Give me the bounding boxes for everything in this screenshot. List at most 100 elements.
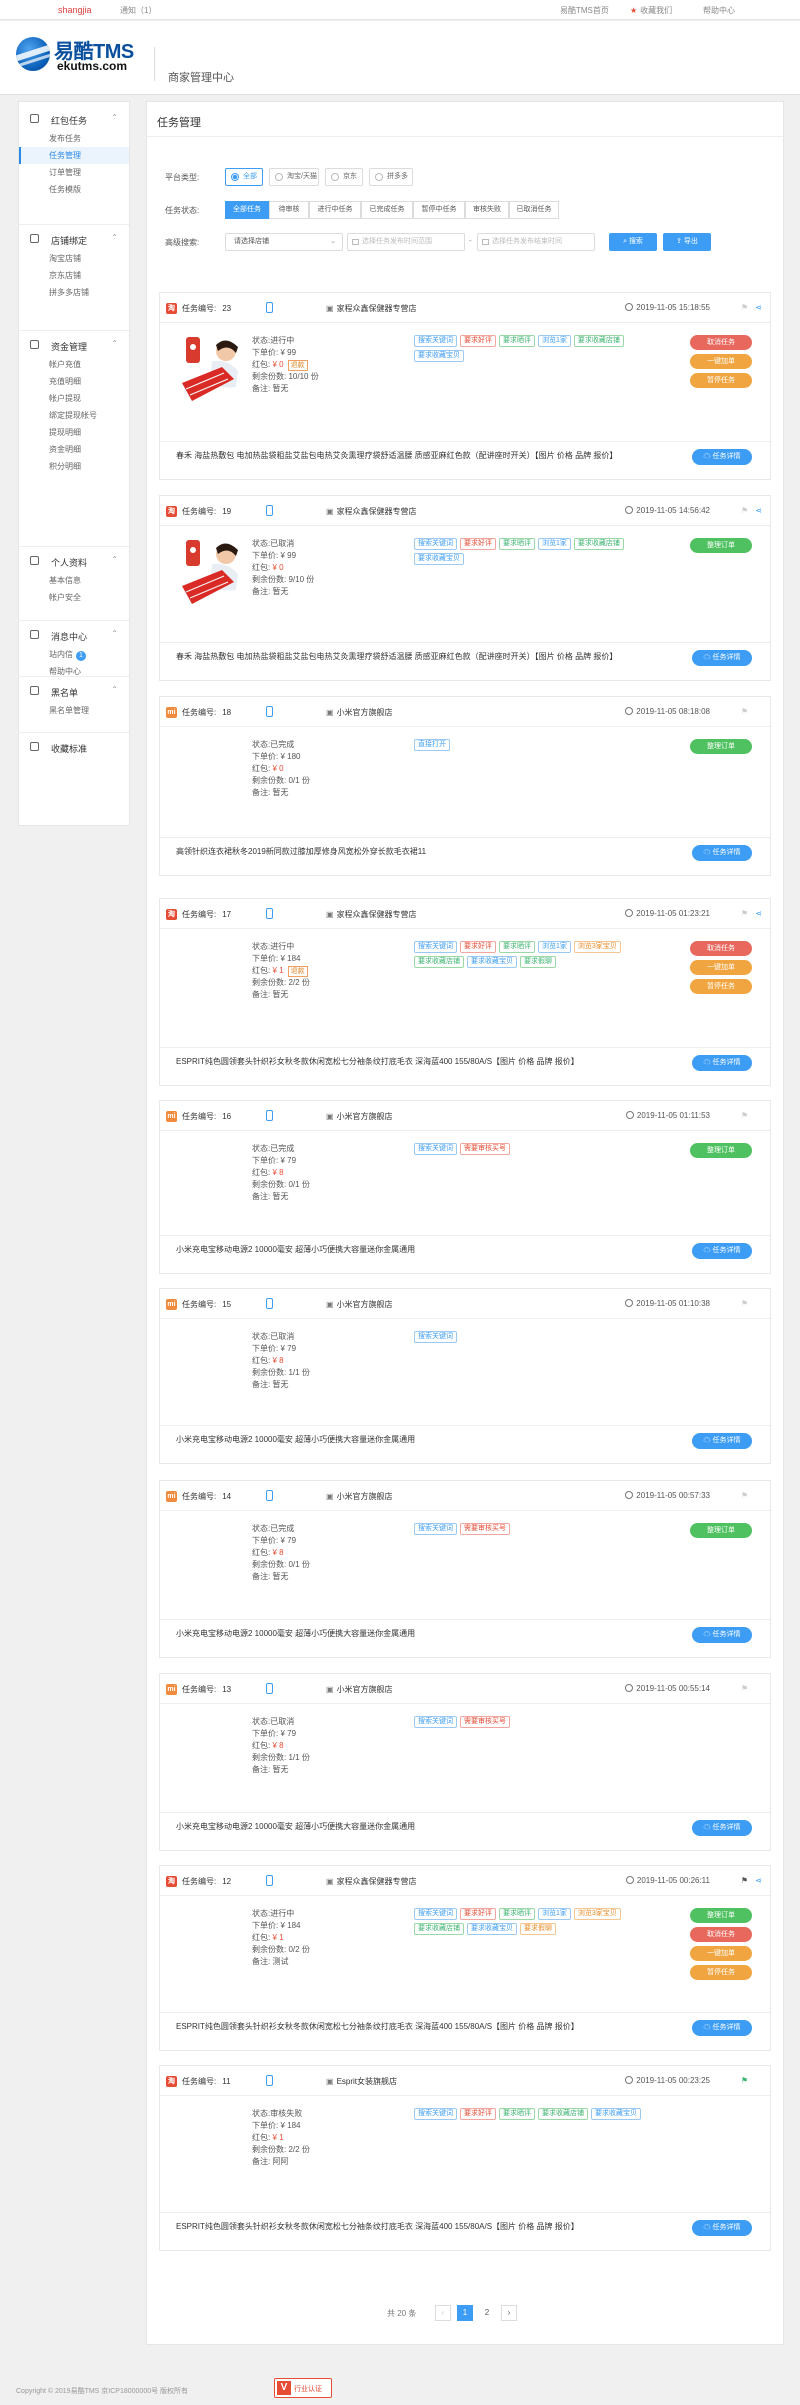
flag-icon[interactable]: ⚑ [741, 707, 748, 716]
product-title[interactable]: 小米充电宝移动电源2 10000毫安 超薄小巧便携大容量迷你金属通用 [176, 1244, 676, 1256]
flag-icon[interactable]: ⚑ [741, 506, 748, 515]
sidebar-item[interactable]: 淘宝店铺 [19, 250, 129, 267]
task-action-button[interactable]: 取消任务 [690, 1927, 752, 1942]
end-date-input[interactable]: 选择任务发布结束时间 [477, 233, 595, 251]
task-action-button[interactable]: 整理订单 [690, 1143, 752, 1158]
sidebar-item[interactable]: 提现明细 [19, 424, 129, 441]
flag-icon[interactable]: ⚑ [741, 2076, 748, 2085]
product-title[interactable]: 春禾 海盐热敷包 电加热盐袋粗盐艾盐包电热艾灸熏理疗袋舒适温腰 质感亚麻红色款（… [176, 450, 676, 462]
sidebar-group-header[interactable]: 资金管理 ⌃ [19, 334, 129, 356]
sidebar-group-header[interactable]: 店铺绑定 ⌃ [19, 228, 129, 250]
product-title[interactable]: 小米充电宝移动电源2 10000毫安 超薄小巧便携大容量迷你金属通用 [176, 1628, 676, 1640]
sidebar-item[interactable]: 发布任务 [19, 130, 129, 147]
sidebar-group-header[interactable]: 黑名单 ⌃ [19, 680, 129, 702]
task-detail-button[interactable]: ☁ 任务详情 [692, 1627, 752, 1643]
task-action-button[interactable]: 暂停任务 [690, 1965, 752, 1980]
sidebar-group-header[interactable]: 个人资料 ⌃ [19, 550, 129, 572]
sidebar-item[interactable]: 帐户充值 [19, 356, 129, 373]
task-detail-button[interactable]: ☁ 任务详情 [692, 1243, 752, 1259]
tab-paused[interactable]: 暂停中任务 [413, 201, 465, 219]
sidebar-item[interactable]: 京东店铺 [19, 267, 129, 284]
platform-option-pdd[interactable]: 拼多多 [369, 168, 413, 186]
product-title[interactable]: 小米充电宝移动电源2 10000毫安 超薄小巧便携大容量迷你金属通用 [176, 1434, 676, 1446]
sidebar-item[interactable]: 任务模版 [19, 181, 129, 198]
username-link[interactable]: shangjia [58, 5, 92, 15]
logo-globe-icon[interactable] [16, 37, 50, 71]
product-title[interactable]: 春禾 海盐热敷包 电加热盐袋粗盐艾盐包电热艾灸熏理疗袋舒适温腰 质感亚麻红色款（… [176, 651, 676, 663]
task-detail-button[interactable]: ☁ 任务详情 [692, 845, 752, 861]
help-link[interactable]: 帮助中心 [703, 5, 735, 16]
next-page-button[interactable]: › [501, 2305, 517, 2321]
task-action-button[interactable]: 取消任务 [690, 335, 752, 350]
task-action-button[interactable]: 整理订单 [690, 739, 752, 754]
flag-icon[interactable]: ⚑ [741, 909, 748, 918]
page-1-button[interactable]: 1 [457, 2305, 473, 2321]
certification-badge[interactable]: V 行业认证 [274, 2378, 332, 2398]
sidebar-item[interactable]: 充值明细 [19, 373, 129, 390]
task-action-button[interactable]: 一键加单 [690, 960, 752, 975]
flag-icon[interactable]: ⚑ [741, 1876, 748, 1885]
share-icon[interactable]: ⋖ [755, 1876, 762, 1885]
share-icon[interactable]: ⋖ [755, 303, 762, 312]
start-date-input[interactable]: 选择任务发布时间范围 [347, 233, 465, 251]
product-title[interactable]: 小米充电宝移动电源2 10000毫安 超薄小巧便携大容量迷你金属通用 [176, 1821, 676, 1833]
platform-option-all[interactable]: 全部 [225, 168, 263, 186]
task-action-button[interactable]: 一键加单 [690, 1946, 752, 1961]
sidebar-item[interactable]: 订单管理 [19, 164, 129, 181]
sidebar-item[interactable]: 基本信息 [19, 572, 129, 589]
sidebar-item[interactable]: 黑名单管理 [19, 702, 129, 719]
prev-page-button[interactable]: ‹ [435, 2305, 451, 2321]
search-button[interactable]: ⌕ 搜索 [609, 233, 657, 251]
tab-completed[interactable]: 已完成任务 [361, 201, 413, 219]
task-action-button[interactable]: 整理订单 [690, 1523, 752, 1538]
share-icon[interactable]: ⋖ [755, 506, 762, 515]
sidebar-item[interactable]: 帐户提现 [19, 390, 129, 407]
page-2-button[interactable]: 2 [479, 2305, 495, 2321]
flag-icon[interactable]: ⚑ [741, 1491, 748, 1500]
sidebar-group-header[interactable]: 消息中心 ⌃ [19, 624, 129, 646]
task-detail-button[interactable]: ☁ 任务详情 [692, 650, 752, 666]
tab-in-progress[interactable]: 进行中任务 [309, 201, 361, 219]
sidebar-group-header[interactable]: 红包任务 ⌃ [19, 108, 129, 130]
sidebar-item[interactable]: 任务管理 [19, 147, 129, 164]
platform-option-jd[interactable]: 京东 [325, 168, 363, 186]
sidebar-item[interactable]: 拼多多店铺 [19, 284, 129, 301]
task-detail-button[interactable]: ☁ 任务详情 [692, 1820, 752, 1836]
task-action-button[interactable]: 整理订单 [690, 538, 752, 553]
sidebar-item[interactable]: 积分明细 [19, 458, 129, 475]
favorite-link[interactable]: ★ 收藏我们 [630, 5, 672, 16]
sidebar-item[interactable]: 站内信 1 [19, 646, 129, 663]
flag-icon[interactable]: ⚑ [741, 303, 748, 312]
task-detail-button[interactable]: ☁ 任务详情 [692, 1433, 752, 1449]
sidebar-item[interactable]: 帐户安全 [19, 589, 129, 606]
task-action-button[interactable]: 暂停任务 [690, 979, 752, 994]
task-detail-button[interactable]: ☁ 任务详情 [692, 449, 752, 465]
task-action-button[interactable]: 整理订单 [690, 1908, 752, 1923]
platform-option-taobao[interactable]: 淘宝/天猫 [269, 168, 319, 186]
sidebar-item[interactable]: 绑定提现帐号 [19, 407, 129, 424]
tab-review-failed[interactable]: 审核失败 [465, 201, 509, 219]
task-detail-button[interactable]: ☁ 任务详情 [692, 2020, 752, 2036]
task-action-button[interactable]: 一键加单 [690, 354, 752, 369]
sidebar-standalone[interactable]: 收藏标准 [19, 736, 129, 758]
tab-pending[interactable]: 待审核 [269, 201, 309, 219]
flag-icon[interactable]: ⚑ [741, 1684, 748, 1693]
task-action-button[interactable]: 暂停任务 [690, 373, 752, 388]
shop-select[interactable]: 请选择店铺 ⌄ [225, 233, 343, 251]
tab-cancelled[interactable]: 已取消任务 [509, 201, 559, 219]
tab-all-tasks[interactable]: 全部任务 [225, 201, 269, 219]
task-action-button[interactable]: 取消任务 [690, 941, 752, 956]
product-title[interactable]: 高领针织连衣裙秋冬2019新同款过膝加厚修身风宽松外穿长款毛衣裙11 [176, 846, 676, 858]
home-link[interactable]: 易酷TMS首页 [560, 5, 609, 16]
flag-icon[interactable]: ⚑ [741, 1299, 748, 1308]
task-detail-button[interactable]: ☁ 任务详情 [692, 1055, 752, 1071]
product-title[interactable]: ESPRIT纯色圆领套头针织衫女秋冬款休闲宽松七分袖条纹打底毛衣 深海蓝400 … [176, 1056, 676, 1068]
sidebar-item[interactable]: 资金明细 [19, 441, 129, 458]
share-icon[interactable]: ⋖ [755, 909, 762, 918]
task-detail-button[interactable]: ☁ 任务详情 [692, 2220, 752, 2236]
sidebar-item[interactable]: 帮助中心 [19, 663, 129, 680]
notice-link[interactable]: 通知（1） [120, 5, 156, 16]
product-title[interactable]: ESPRIT纯色圆领套头针织衫女秋冬款休闲宽松七分袖条纹打底毛衣 深海蓝400 … [176, 2021, 676, 2033]
export-button[interactable]: ⇪ 导出 [663, 233, 711, 251]
flag-icon[interactable]: ⚑ [741, 1111, 748, 1120]
